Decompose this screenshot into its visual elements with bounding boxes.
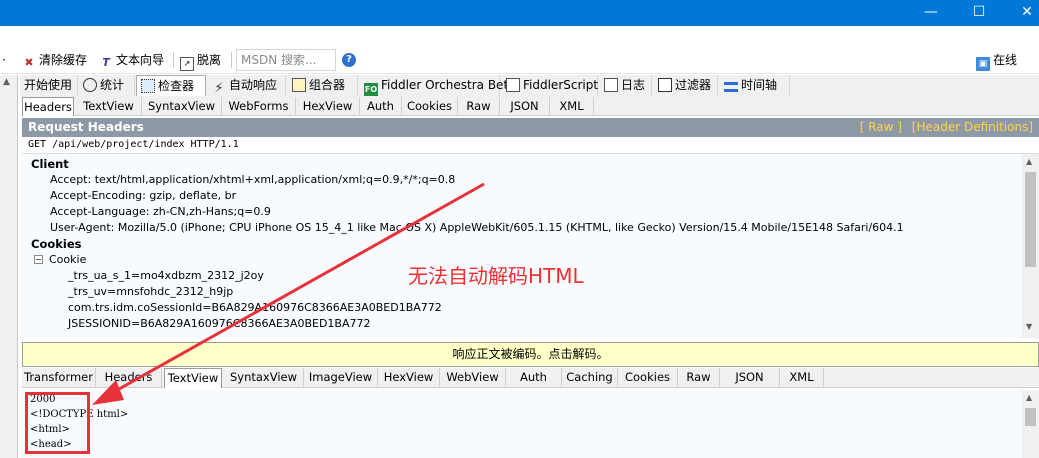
script-icon	[506, 78, 520, 92]
tab-fiddlerscript[interactable]: FiddlerScript	[502, 75, 598, 96]
resp-tab-webview[interactable]: WebView	[440, 368, 506, 388]
req-tab-json[interactable]: JSON	[500, 97, 550, 116]
cookie-item[interactable]: JSESSIONID=B6A829A160976C8366AE3A0BED1BA…	[68, 316, 371, 332]
scrollbar-thumb[interactable]	[1025, 408, 1036, 426]
response-body-text[interactable]: 2000 <!DOCTYPE html> <html> <head>	[22, 390, 1022, 458]
cookie-item[interactable]: com.trs.idm.coSessionId=B6A829A160976C83…	[68, 300, 442, 316]
tab-composer[interactable]: 组合器	[288, 75, 358, 96]
toolbar: · ✖ 清除缓存 T 文本向导 ↗ 脱离 MSDN 搜索... ? ▣ 在线	[0, 46, 1039, 74]
detach-icon: ↗	[180, 57, 194, 71]
request-headers-title: Request Headers	[28, 120, 144, 134]
collapse-icon[interactable]: −	[34, 255, 43, 264]
req-tab-textview[interactable]: TextView	[76, 97, 142, 116]
maximize-icon[interactable]: ☐	[956, 0, 1002, 26]
filter-checkbox-icon	[658, 78, 672, 92]
resp-tab-xml[interactable]: XML	[780, 368, 824, 388]
req-tab-webforms[interactable]: WebForms	[222, 97, 296, 116]
detach-button[interactable]: ↗ 脱离	[180, 51, 221, 71]
resp-tab-syntaxview[interactable]: SyntaxView	[224, 368, 304, 388]
header-user-agent[interactable]: User-Agent: Mozilla/5.0 (iPhone; CPU iPh…	[50, 220, 904, 236]
tab-timeline[interactable]: 时间轴	[720, 75, 790, 96]
scroll-up-icon[interactable]: ▲	[1026, 393, 1032, 402]
resp-tab-imageview[interactable]: ImageView	[304, 368, 378, 388]
resp-tab-textview[interactable]: TextView	[164, 368, 222, 388]
header-definitions-link[interactable]: [Header Definitions]	[912, 120, 1033, 134]
scroll-down-icon[interactable]: ▼	[1026, 322, 1032, 331]
annotation-highlight-box	[25, 392, 90, 454]
main-tab-strip: 开始使用 统计 检查器 ⚡ 自动响应 组合器 FO Fiddler Orchestr…	[20, 75, 1039, 97]
cookie-item[interactable]: _trs_ua_s_1=mo4xdbzm_2312_j2oy	[68, 268, 264, 284]
req-tab-hexview[interactable]: HexView	[296, 97, 360, 116]
online-button[interactable]: ▣ 在线	[976, 51, 1017, 71]
annotation-label: 无法自动解码HTML	[408, 264, 584, 288]
orchestra-icon: FO	[364, 83, 378, 97]
tab-autoresponder[interactable]: ⚡ 自动响应	[208, 75, 286, 96]
tab-inspectors[interactable]: 检查器	[136, 75, 206, 96]
minimize-icon[interactable]: —	[908, 0, 954, 26]
resp-tab-raw[interactable]: Raw	[678, 368, 720, 388]
header-accept-language[interactable]: Accept-Language: zh-CN,zh-Hans;q=0.9	[50, 204, 271, 220]
cookie-node[interactable]: − Cookie	[34, 252, 86, 268]
decode-notice-bar[interactable]: 响应正文被编码。点击解码。	[22, 342, 1039, 367]
cookie-item[interactable]: _trs_uv=mnsfohdc_2312_h9jp	[68, 284, 233, 300]
header-accept[interactable]: Accept: text/html,application/xhtml+xml,…	[50, 172, 455, 188]
tab-filters[interactable]: 过滤器	[654, 75, 718, 96]
raw-link[interactable]: [ Raw ]	[860, 120, 902, 134]
log-icon	[604, 78, 618, 92]
tab-get-started[interactable]: 开始使用	[20, 75, 78, 96]
toolbar-separator	[231, 52, 232, 68]
clear-cache-icon: ✖	[24, 56, 34, 69]
timeline-icon	[724, 82, 738, 92]
req-tab-auth[interactable]: Auth	[360, 97, 402, 116]
request-tab-strip: Headers TextView SyntaxView WebForms Hex…	[22, 96, 1039, 116]
req-tab-syntaxview[interactable]: SyntaxView	[142, 97, 222, 116]
left-panel-edge: ▲	[0, 75, 18, 458]
close-icon[interactable]: ✕	[1004, 0, 1039, 26]
resp-tab-auth[interactable]: Auth	[506, 368, 562, 388]
response-tab-strip: Transformer Headers TextView SyntaxView …	[22, 368, 1039, 388]
headers-tree: Client Accept: text/html,application/xht…	[22, 154, 1022, 338]
help-icon[interactable]: ?	[342, 53, 356, 67]
stopwatch-icon	[83, 78, 97, 92]
composer-icon	[292, 78, 306, 92]
text-wizard-icon: T	[102, 56, 110, 69]
network-icon: ▣	[976, 57, 990, 71]
toolbar-overflow-icon[interactable]: ·	[2, 51, 6, 69]
toolbar-separator	[173, 52, 174, 68]
resp-tab-json[interactable]: JSON	[720, 368, 780, 388]
window-titlebar: — ☐ ✕	[0, 0, 1039, 26]
req-tab-cookies[interactable]: Cookies	[402, 97, 458, 116]
header-accept-encoding[interactable]: Accept-Encoding: gzip, deflate, br	[50, 188, 236, 204]
resp-tab-headers[interactable]: Headers	[96, 368, 162, 388]
client-group[interactable]: Client	[31, 156, 69, 172]
inspector-icon	[141, 79, 155, 93]
req-tab-raw[interactable]: Raw	[458, 97, 500, 116]
scroll-up-icon[interactable]: ▲	[1026, 157, 1032, 166]
msdn-search-input[interactable]: MSDN 搜索...	[236, 49, 336, 71]
resp-tab-cookies[interactable]: Cookies	[618, 368, 678, 388]
tab-statistics[interactable]: 统计	[79, 75, 135, 96]
request-line: GET /api/web/project/index HTTP/1.1	[22, 137, 1039, 154]
req-tab-xml[interactable]: XML	[550, 97, 594, 116]
req-tab-headers[interactable]: Headers	[22, 97, 74, 116]
body-scrollbar[interactable]: ▲	[1022, 390, 1039, 458]
tab-log[interactable]: 日志	[600, 75, 652, 96]
cookies-group[interactable]: Cookies	[31, 236, 81, 252]
tab-fiddler-orchestra[interactable]: FO Fiddler Orchestra Beta	[360, 75, 516, 97]
text-wizard-button[interactable]: T 文本向导	[99, 51, 164, 69]
headers-scrollbar[interactable]: ▲ ▼	[1022, 154, 1039, 338]
resp-tab-hexview[interactable]: HexView	[378, 368, 440, 388]
lightning-icon: ⚡	[214, 81, 224, 96]
scrollbar-thumb[interactable]	[1025, 172, 1036, 267]
clear-cache-button[interactable]: ✖ 清除缓存	[22, 51, 87, 69]
resp-tab-caching[interactable]: Caching	[562, 368, 618, 388]
request-headers-bar: Request Headers [ Raw ] [Header Definiti…	[22, 118, 1039, 137]
scroll-up-icon[interactable]: ▲	[3, 77, 10, 87]
resp-tab-transformer[interactable]: Transformer	[22, 368, 96, 388]
